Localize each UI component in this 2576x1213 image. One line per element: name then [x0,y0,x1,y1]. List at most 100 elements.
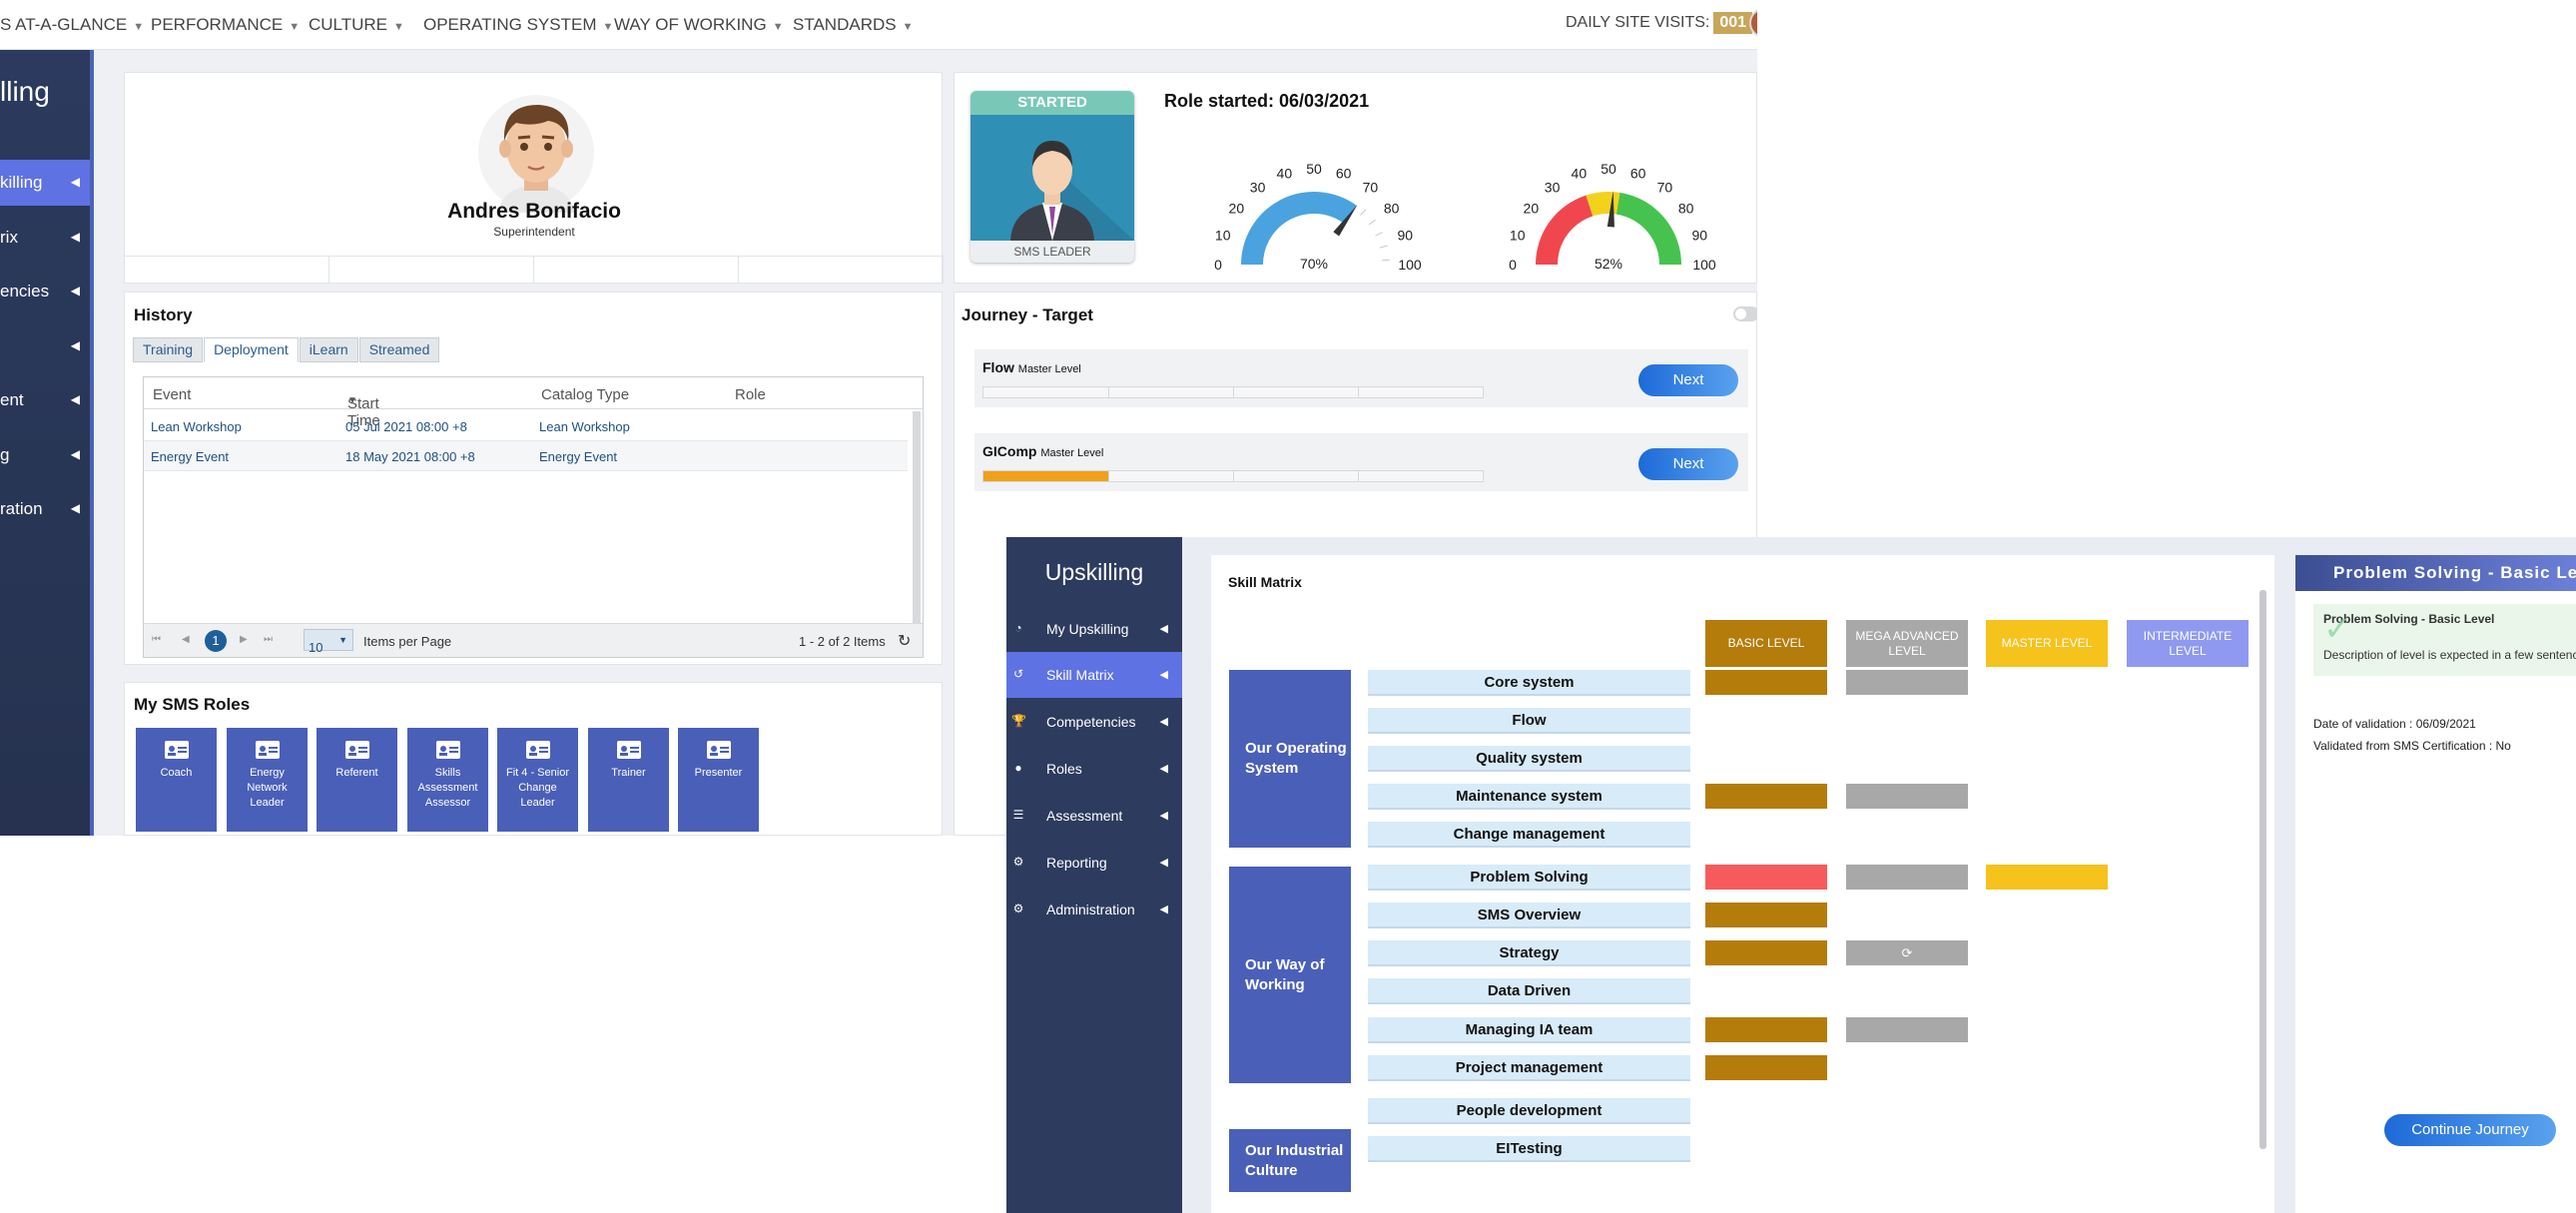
role-tile[interactable]: Fit 4 - Senior Change Leader [497,728,578,832]
sidebar-item-skill-matrix[interactable]: ↺ Skill Matrix ◀ [1006,652,1182,698]
nav-standards[interactable]: STANDARDS ▼ [793,15,913,35]
level-cell[interactable] [1705,670,1827,695]
skill-row-label[interactable]: SMS Overview [1368,903,1690,928]
visits-count-badge: 001 [1713,12,1753,34]
sidebar-item-administration[interactable]: ration ◀ [0,486,94,532]
nav-culture[interactable]: CULTURE ▼ [309,15,404,35]
role-badge[interactable]: STARTED SMS LEADER [970,91,1134,263]
sidebar-item-roles[interactable]: ● Roles ◀ [1006,746,1182,792]
sidebar-item-administration[interactable]: ⚙ Administration ◀ [1006,887,1182,932]
first-page-icon[interactable]: ⏮ [152,634,161,645]
level-cell[interactable] [1705,940,1827,965]
matrix-scrollbar[interactable] [2259,590,2266,1149]
sidebar-item-assessment[interactable]: ☰ Assessment ◀ [1006,793,1182,839]
sidebar-item-competencies[interactable]: 🏆 Competencies ◀ [1006,699,1182,745]
skill-row-label[interactable]: Change management [1368,822,1690,848]
tab-streamed[interactable]: Streamed [358,337,440,362]
sidebar-item-roles[interactable]: ◀ [0,323,94,369]
level-cell[interactable] [1846,784,1968,809]
level-cell[interactable] [1705,1055,1827,1080]
skill-row-label[interactable]: EITesting [1368,1136,1690,1162]
skill-row-label[interactable]: Maintenance system [1368,784,1690,810]
role-label: Skills Assessment Assessor [417,767,478,809]
tab-ilearn[interactable]: iLearn [299,337,358,362]
profile-card: Andres Bonifacio Superintendent [124,72,944,284]
tab-deployment[interactable]: Deployment [204,337,299,362]
sidebar-item-my-upskilling[interactable]: ◔ My Upskilling ◀ [1006,606,1182,652]
level-column-header[interactable]: MEGA ADVANCED LEVEL [1846,620,1968,667]
sidebar-item-label: Skill Matrix [1046,667,1114,683]
next-page-icon[interactable]: ▶ [240,634,248,645]
chevron-left-icon: ◀ [1159,810,1168,822]
skill-row-label[interactable]: Quality system [1368,746,1690,772]
role-tile[interactable]: Skills Assessment Assessor [407,728,488,832]
table-row[interactable]: Energy Event 18 May 2021 08:00 +8 Energy… [144,441,908,471]
level-cell[interactable]: ⟳ [1846,940,1968,965]
gauge-tick-label: 80 [1678,201,1694,217]
id-card-icon [616,741,641,759]
chevron-left-icon: ◀ [70,338,80,352]
level-cell[interactable] [1705,1017,1827,1042]
gauge-tick-label: 10 [1510,227,1526,243]
page-size-select[interactable]: 10 ▼ [304,629,353,655]
caret-down-icon: ▼ [338,635,347,645]
skill-row-label[interactable]: People development [1368,1098,1690,1124]
role-tile[interactable]: Coach [136,728,217,832]
validation-date: Date of validation : 06/09/2021 [2313,717,2476,731]
next-button[interactable]: Next [1638,448,1738,480]
column-header-role[interactable]: Role [735,386,766,403]
sidebar-item-reporting[interactable]: ⚙ Reporting ◀ [1006,840,1182,886]
nav-at-a-glance[interactable]: S AT-A-GLANCE ▼ [0,15,144,35]
nav-operating-system[interactable]: OPERATING SYSTEM ▼ [423,15,613,35]
next-button[interactable]: Next [1638,364,1738,396]
grid-scrollbar[interactable] [913,411,921,623]
skill-row-label[interactable]: Data Driven [1368,978,1690,1004]
role-tile[interactable]: Referent [317,728,397,832]
skill-row-label[interactable]: Problem Solving [1368,865,1690,891]
id-card-icon [255,741,280,759]
table-row[interactable]: Lean Workshop 05 Jul 2021 08:00 +8 Lean … [144,411,908,441]
last-page-icon[interactable]: ⏭ [264,634,273,645]
skill-row-label[interactable]: Managing IA team [1368,1017,1690,1043]
level-cell[interactable] [1986,865,2108,890]
level-cell[interactable] [1846,1017,1968,1042]
current-page-button[interactable]: 1 [205,630,227,652]
level-cell[interactable] [1846,670,1968,695]
continue-journey-button[interactable]: Continue Journey [2384,1114,2556,1146]
level-cell[interactable] [1705,865,1827,890]
skill-row-label[interactable]: Project management [1368,1055,1690,1081]
gauge-tick-label: 90 [1398,227,1414,243]
sidebar-item-reporting[interactable]: g ◀ [0,432,94,478]
gauge-tick-label: 50 [1306,161,1322,177]
id-card-icon [344,741,369,759]
sidebar-item-label: encies [0,282,50,301]
chevron-left-icon: ◀ [70,230,80,244]
refresh-icon[interactable]: ↻ [898,631,911,651]
journey-toggle[interactable] [1733,306,1757,321]
tab-training[interactable]: Training [133,337,204,362]
role-tile[interactable]: Energy Network Leader [227,728,308,832]
sidebar-item-matrix[interactable]: rix ◀ [0,215,94,261]
journey-title: Journey - Target [962,305,1093,324]
level-column-header[interactable]: BASIC LEVEL [1705,620,1827,667]
role-tile[interactable]: Trainer [588,728,669,832]
history-icon: ↺ [1012,667,1024,681]
skill-row-label[interactable]: Strategy [1368,940,1690,966]
skill-row-label[interactable]: Core system [1368,670,1690,696]
nav-performance[interactable]: PERFORMANCE ▼ [151,15,300,35]
level-column-header[interactable]: INTERMEDIATE LEVEL [2127,620,2249,667]
level-cell[interactable] [1846,865,1968,890]
sidebar-item-assessment[interactable]: ent ◀ [0,377,94,423]
sidebar-item-upskilling[interactable]: killing ◀ [0,160,94,206]
level-cell[interactable] [1705,784,1827,809]
role-label: Energy Network Leader [247,767,288,809]
column-header-event[interactable]: Event [153,386,191,403]
level-column-header[interactable]: MASTER LEVEL [1986,620,2108,667]
column-header-catalog-type[interactable]: Catalog Type [541,386,629,403]
sidebar-item-competencies[interactable]: encies ◀ [0,269,94,314]
level-cell[interactable] [1705,903,1827,927]
skill-row-label[interactable]: Flow [1368,708,1690,734]
role-tile[interactable]: Presenter [678,728,759,832]
nav-way-of-working[interactable]: WAY OF WORKING ▼ [614,15,784,35]
prev-page-icon[interactable]: ◀ [182,634,190,645]
